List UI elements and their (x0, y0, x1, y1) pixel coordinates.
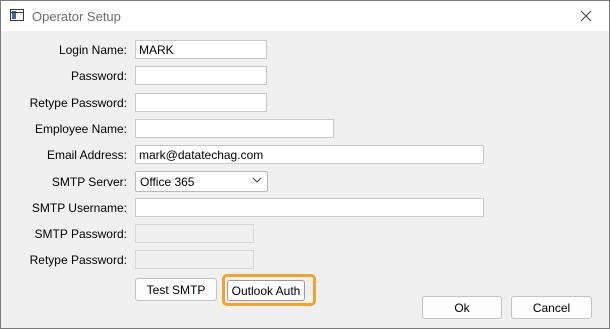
retype-password-label: Retype Password: (29, 96, 127, 110)
password-label: Password: (70, 69, 127, 83)
smtp-password-input[interactable] (135, 224, 254, 243)
ok-button[interactable]: Ok (422, 296, 502, 319)
password-input[interactable] (135, 66, 267, 85)
smtp-server-value: Office 365 (140, 175, 195, 189)
close-button[interactable] (563, 1, 609, 31)
window-title: Operator Setup (32, 9, 121, 24)
operator-setup-window: Operator Setup Login Name: MARK Password… (0, 0, 610, 329)
chevron-down-icon (252, 177, 262, 183)
email-address-label: Email Address: (46, 148, 127, 162)
employee-name-label: Employee Name: (34, 122, 127, 136)
app-window-icon (10, 9, 24, 21)
smtp-server-select[interactable]: Office 365 (135, 171, 268, 192)
login-name-input[interactable]: MARK (135, 40, 267, 59)
smtp-username-input[interactable] (135, 198, 484, 217)
test-smtp-button[interactable]: Test SMTP (135, 278, 217, 301)
smtp-retype-password-label: Retype Password: (29, 253, 127, 267)
close-icon (580, 10, 592, 22)
employee-name-input[interactable] (135, 119, 334, 138)
title-bar: Operator Setup (1, 1, 609, 31)
smtp-retype-password-input[interactable] (135, 250, 254, 269)
smtp-server-label: SMTP Server: (51, 175, 127, 189)
cancel-button[interactable]: Cancel (511, 296, 592, 319)
outlook-auth-button[interactable]: Outlook Auth (227, 280, 305, 301)
retype-password-input[interactable] (135, 93, 267, 112)
login-name-label: Login Name: (58, 43, 127, 57)
smtp-username-label: SMTP Username: (31, 201, 127, 215)
email-address-input[interactable]: mark@datatechag.com (135, 145, 484, 164)
smtp-password-label: SMTP Password: (34, 227, 127, 241)
